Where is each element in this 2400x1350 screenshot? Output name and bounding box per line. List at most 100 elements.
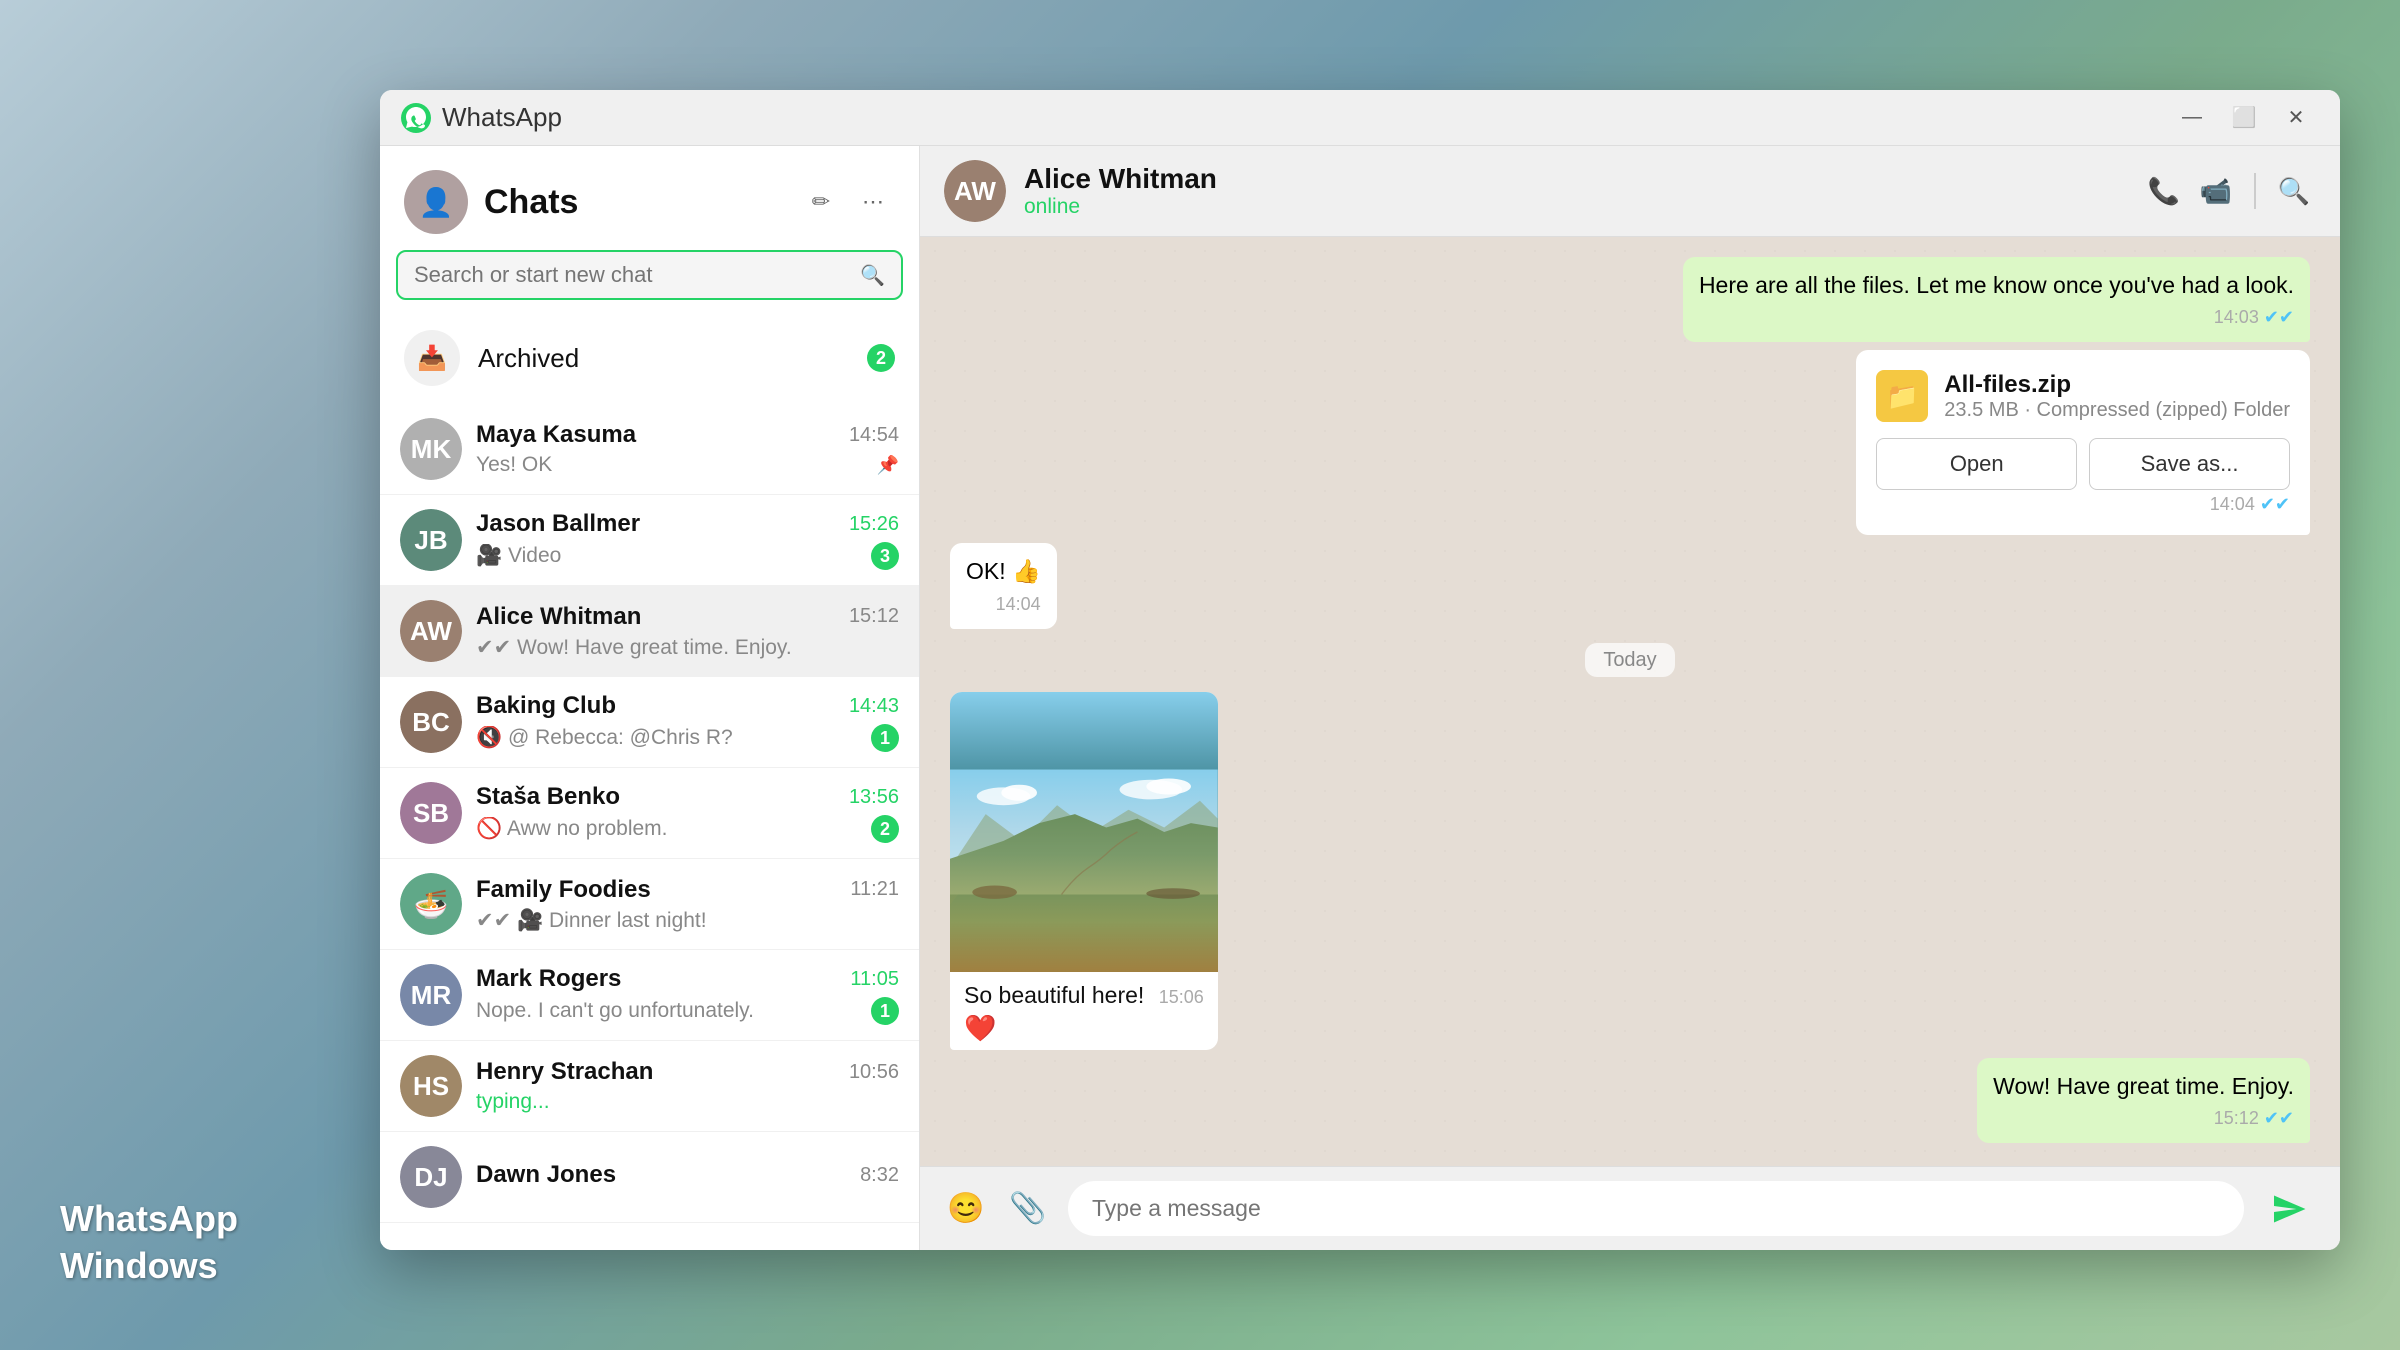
close-button[interactable]: ✕ <box>2272 98 2320 138</box>
unread-badge: 1 <box>871 997 899 1025</box>
chat-item[interactable]: SB Staša Benko 13:56 🚫 Aww no problem. 2 <box>380 768 919 859</box>
chat-header: AW Alice Whitman online 📞 📹 🔍 <box>920 146 2340 237</box>
search-chat-button[interactable]: 🔍 <box>2272 169 2316 213</box>
menu-button[interactable]: ⋯ <box>851 180 895 224</box>
archive-icon: 📥 <box>404 330 460 386</box>
chat-preview: Nope. I can't go unfortunately. <box>476 999 754 1023</box>
file-info-row: 📁 All-files.zip 23.5 MB · Compressed (zi… <box>1876 370 2290 422</box>
header-divider <box>2254 173 2256 209</box>
chat-time: 14:43 <box>849 695 899 718</box>
chat-time: 11:05 <box>850 968 899 991</box>
photo-message: So beautiful here! 15:06 ❤️ <box>950 692 1218 1050</box>
chat-name: Jason Ballmer <box>476 510 640 538</box>
date-label: Today <box>1585 643 1674 677</box>
chat-preview: 🎥 Video <box>476 544 561 568</box>
chat-avatar[interactable]: AW <box>944 160 1006 222</box>
chat-item[interactable]: BC Baking Club 14:43 🔇 @ Rebecca: @Chris… <box>380 677 919 768</box>
chat-name: Mark Rogers <box>476 965 621 993</box>
file-actions: Open Save as... <box>1876 438 2290 490</box>
chat-name: Baking Club <box>476 692 616 720</box>
tick-icon: ✔✔ <box>2260 494 2290 514</box>
emoji-button[interactable]: 😊 <box>944 1187 988 1231</box>
chat-info: Baking Club 14:43 🔇 @ Rebecca: @Chris R?… <box>476 692 899 752</box>
search-input[interactable] <box>414 262 860 288</box>
file-name: All-files.zip <box>1944 371 2290 399</box>
messages-area: Here are all the files. Let me know once… <box>920 237 2340 1166</box>
chat-preview-typing: typing... <box>476 1090 550 1114</box>
photo-image[interactable] <box>950 692 1218 972</box>
voice-call-button[interactable]: 📞 <box>2142 169 2186 213</box>
chat-item[interactable]: DJ Dawn Jones 8:32 <box>380 1132 919 1223</box>
message-text: Wow! Have great time. Enjoy. <box>1993 1073 2294 1099</box>
chat-item[interactable]: MK Maya Kasuma 14:54 Yes! OK 📌 <box>380 404 919 495</box>
chat-item-active[interactable]: AW Alice Whitman 15:12 ✔✔ Wow! Have grea… <box>380 586 919 677</box>
maximize-button[interactable]: ⬜ <box>2220 98 2268 138</box>
archived-row[interactable]: 📥 Archived 2 <box>380 312 919 404</box>
chat-item[interactable]: MR Mark Rogers 11:05 Nope. I can't go un… <box>380 950 919 1041</box>
heart-reaction[interactable]: ❤️ <box>964 1013 1204 1044</box>
attachment-button[interactable]: 📎 <box>1006 1187 1050 1231</box>
chat-list: 📥 Archived 2 MK Maya Kasuma 14:54 <box>380 312 919 1250</box>
message-text: OK! 👍 <box>966 558 1041 584</box>
avatar: MK <box>400 418 462 480</box>
chat-info: Jason Ballmer 15:26 🎥 Video 3 <box>476 510 899 570</box>
chat-time: 13:56 <box>849 786 899 809</box>
avatar: MR <box>400 964 462 1026</box>
chat-time: 10:56 <box>849 1061 899 1084</box>
chat-preview: ✔✔ Wow! Have great time. Enjoy. <box>476 635 792 660</box>
message-bubble-sent: Wow! Have great time. Enjoy. 15:12 ✔✔ <box>1977 1058 2310 1143</box>
chat-item[interactable]: HS Henry Strachan 10:56 typing... <box>380 1041 919 1132</box>
chat-name: Maya Kasuma <box>476 421 636 449</box>
chat-name: Alice Whitman <box>476 603 641 631</box>
chat-info: Henry Strachan 10:56 typing... <box>476 1058 899 1114</box>
chat-info: Dawn Jones 8:32 <box>476 1161 899 1193</box>
user-avatar[interactable]: 👤 <box>404 170 468 234</box>
sidebar-header: 👤 Chats ✏ ⋯ <box>380 146 919 250</box>
chat-item[interactable]: JB Jason Ballmer 15:26 🎥 Video 3 <box>380 495 919 586</box>
avatar: DJ <box>400 1146 462 1208</box>
chat-time: 14:54 <box>849 424 899 447</box>
message-time: 14:04 <box>966 592 1041 617</box>
message-time: 14:04 ✔✔ <box>1876 494 2290 515</box>
chat-name: Dawn Jones <box>476 1161 616 1189</box>
chat-time: 15:26 <box>849 513 899 536</box>
message-time: 14:03 ✔✔ <box>1699 305 2294 330</box>
search-container: 🔍 <box>380 250 919 312</box>
avatar: BC <box>400 691 462 753</box>
video-call-button[interactable]: 📹 <box>2194 169 2238 213</box>
chat-time: 15:12 <box>849 605 899 628</box>
search-icon: 🔍 <box>860 263 885 288</box>
main-content: 👤 Chats ✏ ⋯ 🔍 📥 Archived <box>380 146 2340 1250</box>
chat-info: Alice Whitman 15:12 ✔✔ Wow! Have great t… <box>476 603 899 660</box>
chat-info: Family Foodies 11:21 ✔✔ 🎥 Dinner last ni… <box>476 876 899 933</box>
chat-name: Family Foodies <box>476 876 651 904</box>
avatar: SB <box>400 782 462 844</box>
photo-text: So beautiful here! 15:06 <box>964 982 1204 1009</box>
input-area: 😊 📎 <box>920 1166 2340 1250</box>
photo-caption: So beautiful here! 15:06 ❤️ <box>950 972 1218 1050</box>
date-divider: Today <box>950 649 2310 672</box>
unread-badge: 1 <box>871 724 899 752</box>
chat-header-status: online <box>1024 195 2124 219</box>
message-input[interactable] <box>1068 1181 2244 1236</box>
chat-item[interactable]: 🍜 Family Foodies 11:21 ✔✔ 🎥 Dinner last … <box>380 859 919 950</box>
titlebar-title: WhatsApp <box>442 102 2168 133</box>
chat-preview: 🚫 Aww no problem. <box>476 817 668 841</box>
open-file-button[interactable]: Open <box>1876 438 2077 490</box>
save-file-button[interactable]: Save as... <box>2089 438 2290 490</box>
avatar: HS <box>400 1055 462 1117</box>
chat-preview: Yes! OK <box>476 453 552 477</box>
chat-header-actions: 📞 📹 🔍 <box>2142 169 2316 213</box>
new-chat-button[interactable]: ✏ <box>799 180 843 224</box>
avatar: AW <box>400 600 462 662</box>
file-details: All-files.zip 23.5 MB · Compressed (zipp… <box>1944 371 2290 422</box>
avatar: JB <box>400 509 462 571</box>
file-message: 📁 All-files.zip 23.5 MB · Compressed (zi… <box>1856 350 2310 535</box>
send-button[interactable] <box>2262 1182 2316 1236</box>
search-box: 🔍 <box>396 250 903 300</box>
chat-info: Staša Benko 13:56 🚫 Aww no problem. 2 <box>476 783 899 843</box>
desktop-label: WhatsApp Windows <box>60 1196 238 1290</box>
minimize-button[interactable]: — <box>2168 98 2216 138</box>
chat-header-name: Alice Whitman <box>1024 163 2124 195</box>
chat-time: 11:21 <box>850 878 899 901</box>
